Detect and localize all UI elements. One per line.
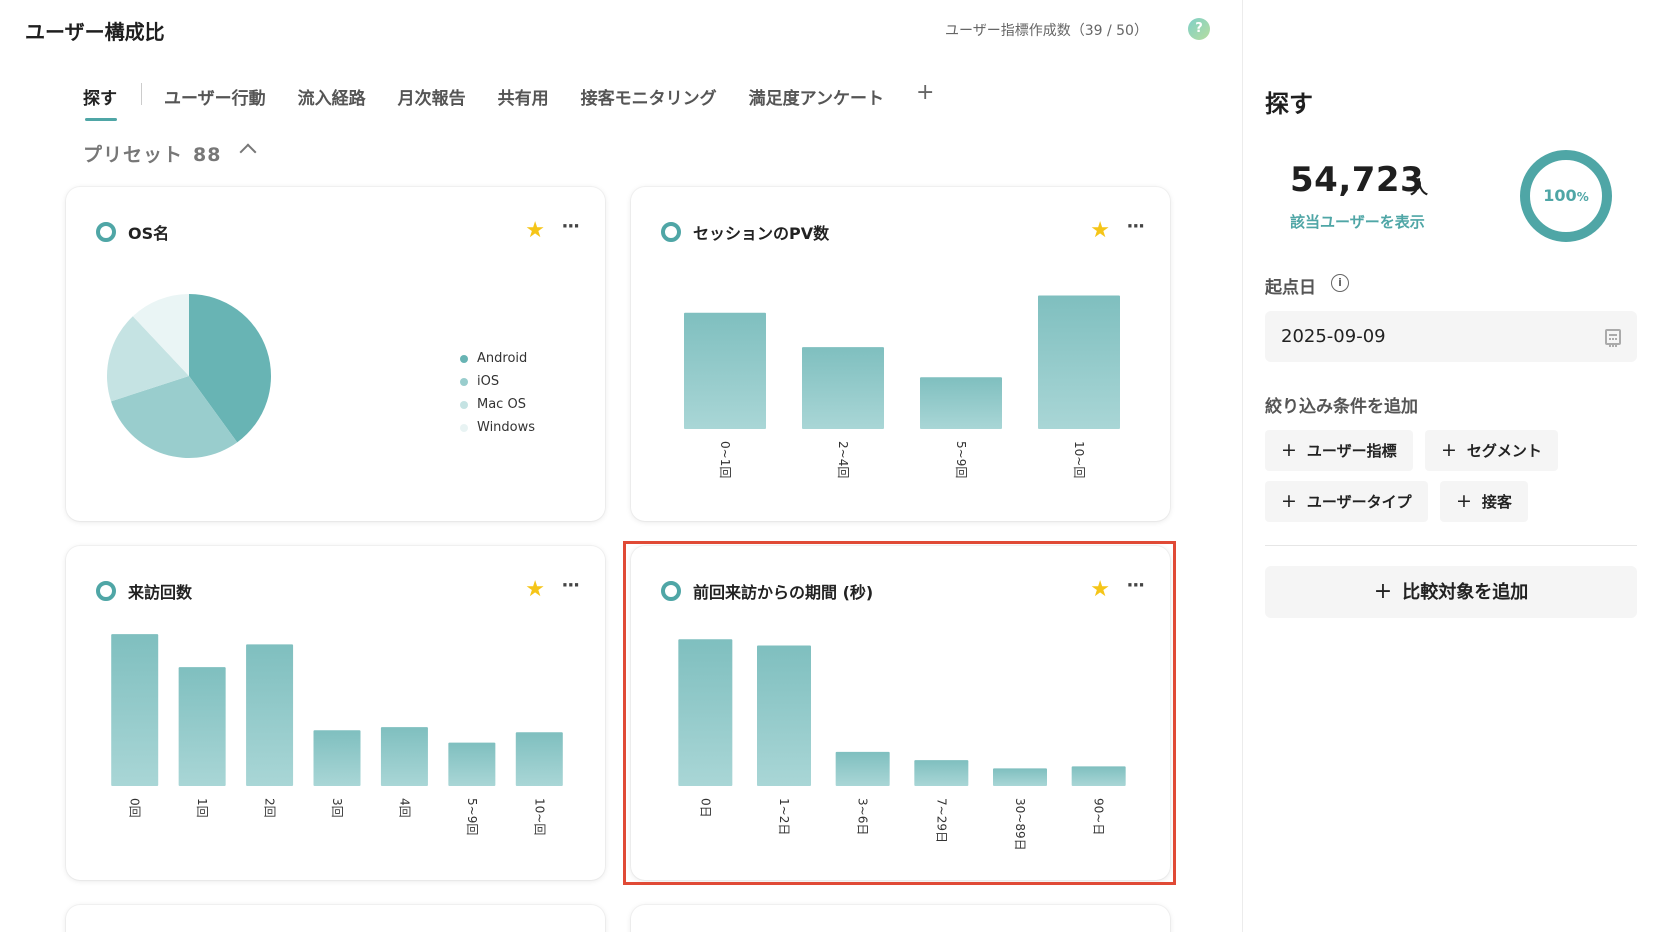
side-panel: 探す 54,723 人 該当ユーザーを表示 100% 起点日 i 2025-09… bbox=[1243, 0, 1660, 932]
tab-bar: 探す ユーザー行動 流入経路 月次報告 共有用 接客モニタリング 満足度アンケー… bbox=[83, 80, 934, 128]
chevron-up-icon[interactable] bbox=[239, 143, 257, 161]
tab-user-behavior[interactable]: ユーザー行動 bbox=[164, 84, 266, 121]
bar[interactable] bbox=[1038, 295, 1120, 429]
bar[interactable] bbox=[111, 634, 159, 786]
chart-card-partial[interactable] bbox=[66, 905, 605, 932]
info-icon[interactable]: i bbox=[1331, 274, 1349, 292]
legend-item: Mac OS bbox=[460, 393, 535, 416]
bar[interactable] bbox=[313, 730, 361, 786]
percent-sign: % bbox=[1576, 190, 1589, 204]
percent-label: 100% bbox=[1520, 150, 1612, 242]
legend-dot bbox=[460, 354, 468, 363]
selection-highlight bbox=[623, 541, 1176, 885]
preset-label: プリセット bbox=[83, 144, 184, 166]
tab-divider bbox=[141, 83, 142, 105]
x-tick-label: 10~回 bbox=[1072, 441, 1086, 478]
add-user-type-button[interactable]: + ユーザータイプ bbox=[1265, 481, 1428, 522]
add-segment-button[interactable]: + セグメント bbox=[1425, 430, 1558, 471]
bar[interactable] bbox=[802, 347, 884, 429]
bar-chart: 0回 1回 2回 3回 4回 5~9回 10~回 bbox=[111, 634, 563, 835]
user-count-unit: 人 bbox=[1410, 178, 1428, 199]
add-tab-plus-icon[interactable]: + bbox=[916, 80, 934, 105]
x-tick-label: 10~回 bbox=[532, 798, 546, 835]
legend-label: Mac OS bbox=[477, 397, 526, 412]
percent-value: 100 bbox=[1543, 186, 1577, 205]
chart-card-visit-count[interactable]: 来訪回数 ★ ··· 0回 1回 2回 3回 4回 5~9回 10~回 bbox=[66, 546, 605, 880]
show-users-link[interactable]: 該当ユーザーを表示 bbox=[1290, 211, 1425, 232]
x-tick-label: 3回 bbox=[330, 798, 344, 818]
tab-monthly-report[interactable]: 月次報告 bbox=[398, 84, 466, 121]
main-area: ユーザー構成比 ユーザー指標作成数（39 / 50） ? 探す ユーザー行動 流… bbox=[0, 0, 1242, 932]
chart-card-partial[interactable] bbox=[631, 905, 1170, 932]
page-title: ユーザー構成比 bbox=[25, 20, 165, 44]
compare-label: 比較対象を追加 bbox=[1402, 582, 1529, 603]
chart-legend: Android iOS Mac OS Windows bbox=[460, 347, 535, 439]
start-date-value: 2025-09-09 bbox=[1281, 326, 1386, 347]
calendar-icon[interactable] bbox=[1605, 329, 1621, 347]
x-tick-label: 5~9回 bbox=[954, 441, 968, 478]
bar[interactable] bbox=[380, 727, 428, 786]
x-tick-label: 1回 bbox=[195, 798, 209, 818]
chart-card-session-pv[interactable]: セッションのPV数 ★ ··· 0~1回 2~4回 5~9回 10~回 bbox=[631, 187, 1170, 521]
x-tick-label: 2回 bbox=[263, 798, 277, 818]
x-tick-label: 0~1回 bbox=[718, 441, 732, 478]
start-date-field[interactable]: 2025-09-09 bbox=[1265, 311, 1637, 362]
legend-dot bbox=[460, 377, 468, 386]
usage-counter: ユーザー指標作成数（39 / 50） bbox=[945, 23, 1148, 39]
tab-shared[interactable]: 共有用 bbox=[498, 84, 549, 121]
bar[interactable] bbox=[920, 377, 1002, 429]
legend-item: Windows bbox=[460, 416, 535, 439]
plus-icon: + bbox=[1281, 490, 1297, 512]
question-circle-icon[interactable]: ? bbox=[1188, 18, 1210, 40]
x-tick-label: 5~9回 bbox=[465, 798, 479, 835]
divider bbox=[1265, 545, 1637, 546]
add-user-metric-button[interactable]: + ユーザー指標 bbox=[1265, 430, 1413, 471]
plus-icon: + bbox=[1281, 439, 1297, 461]
bar[interactable] bbox=[246, 644, 294, 786]
bar[interactable] bbox=[684, 312, 766, 429]
legend-item: iOS bbox=[460, 370, 535, 393]
chip-label: セグメント bbox=[1466, 442, 1542, 460]
chip-label: ユーザータイプ bbox=[1306, 493, 1412, 511]
plus-icon: + bbox=[1456, 490, 1472, 512]
side-title: 探す bbox=[1265, 90, 1313, 118]
bar[interactable] bbox=[178, 667, 226, 786]
bar[interactable] bbox=[515, 732, 563, 786]
legend-label: Windows bbox=[477, 420, 536, 435]
bar[interactable] bbox=[448, 742, 496, 786]
add-comparison-button[interactable]: + 比較対象を追加 bbox=[1265, 566, 1637, 618]
bar-chart: 0~1回 2~4回 5~9回 10~回 bbox=[684, 295, 1120, 478]
plus-icon: + bbox=[1373, 579, 1393, 604]
legend-item: Android bbox=[460, 347, 535, 370]
chip-label: 接客 bbox=[1481, 493, 1512, 511]
preset-toggle[interactable]: プリセット 88 bbox=[83, 140, 221, 167]
tab-explore[interactable]: 探す bbox=[83, 84, 117, 121]
preset-count: 88 bbox=[193, 144, 222, 166]
chip-label: ユーザー指標 bbox=[1306, 442, 1397, 460]
user-count: 54,723 bbox=[1290, 160, 1425, 200]
plus-icon: + bbox=[1441, 439, 1457, 461]
legend-label: Android bbox=[477, 351, 528, 366]
tab-traffic-source[interactable]: 流入経路 bbox=[298, 84, 366, 121]
legend-dot bbox=[460, 423, 468, 432]
start-date-label: 起点日 bbox=[1265, 278, 1316, 298]
x-tick-label: 4回 bbox=[397, 798, 411, 818]
x-tick-label: 2~4回 bbox=[836, 441, 850, 478]
legend-dot bbox=[460, 400, 468, 409]
tab-satisfaction-survey[interactable]: 満足度アンケート bbox=[749, 84, 884, 121]
filter-label: 絞り込み条件を追加 bbox=[1265, 397, 1418, 417]
x-tick-label: 0回 bbox=[128, 798, 142, 818]
legend-label: iOS bbox=[477, 374, 500, 389]
chart-card-os[interactable]: OS名 ★ ··· Android iOS Mac OS Windows bbox=[66, 187, 605, 521]
add-engagement-button[interactable]: + 接客 bbox=[1440, 481, 1528, 522]
tab-customer-monitoring[interactable]: 接客モニタリング bbox=[581, 84, 717, 121]
